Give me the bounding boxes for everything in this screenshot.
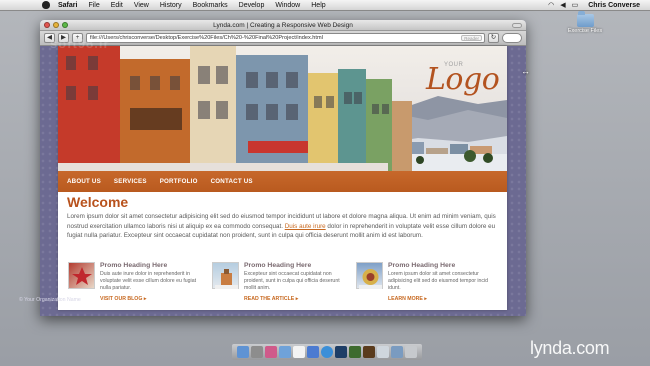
- reader-button[interactable]: Reader: [461, 35, 482, 41]
- menu-history[interactable]: History: [160, 0, 182, 11]
- mail-icon[interactable]: [279, 346, 291, 358]
- menu-extras: ◠ ◀ ▭ Chris Converse: [548, 0, 640, 11]
- promo-2-image: [215, 269, 238, 289]
- apple-icon[interactable]: [42, 1, 50, 9]
- folder-label: Exercise Files: [567, 28, 603, 34]
- promo-1-link[interactable]: VISIT OUR BLOG ▸: [100, 296, 146, 302]
- intro-link[interactable]: Duis aute irure: [285, 223, 326, 230]
- promo-1: Promo Heading Here Duis aute irure dolor…: [68, 262, 208, 306]
- folder-icon: [576, 11, 594, 27]
- promo-2-link[interactable]: READ THE ARTICLE ▸: [244, 296, 298, 302]
- address-bar[interactable]: file:///Users/chrisconverse/Desktop/Exer…: [86, 33, 485, 43]
- reload-icon[interactable]: ↻: [488, 33, 499, 43]
- menu-user-name[interactable]: Chris Converse: [588, 0, 640, 11]
- menu-view[interactable]: View: [134, 0, 149, 11]
- lynda-brand: lynda.com: [530, 338, 610, 358]
- promo-2-thumbnail[interactable]: [212, 262, 239, 289]
- menu-bookmarks[interactable]: Bookmarks: [193, 0, 228, 11]
- promo-3: Promo Heading Here Lorem ipsum dolor sit…: [356, 262, 496, 306]
- zoom-button[interactable]: [62, 22, 68, 28]
- window-controls: [44, 22, 68, 28]
- dock: [232, 344, 422, 360]
- promo-3-thumbnail[interactable]: [356, 262, 383, 289]
- promo-2: Promo Heading Here Excepteur sint occaec…: [212, 262, 352, 306]
- dreamweaver-icon[interactable]: [349, 346, 361, 358]
- menu-bar: Safari File Edit View History Bookmarks …: [0, 0, 650, 11]
- promo-1-thumbnail[interactable]: [68, 262, 95, 289]
- desktop-folder-exercise-files[interactable]: Exercise Files: [560, 11, 610, 34]
- battery-icon[interactable]: ▭: [572, 0, 579, 11]
- address-url: file:///Users/chrisconverse/Desktop/Exer…: [90, 35, 323, 41]
- browser-toolbar: ◀ ▶ + file:///Users/chrisconverse/Deskto…: [40, 31, 526, 46]
- promo-1-text: Duis aute irure dolor in reprehenderit i…: [100, 271, 197, 291]
- resize-cursor-icon: ↔: [521, 66, 530, 76]
- trash-icon[interactable]: [405, 346, 417, 358]
- volume-icon[interactable]: ◀: [560, 0, 565, 11]
- promo-3-link-label: LEARN MORE: [388, 296, 423, 302]
- promo-1-link-label: VISIT OUR BLOG: [100, 296, 143, 302]
- intro-paragraph: Lorem ipsum dolor sit amet consectetur a…: [67, 212, 499, 241]
- illustrator-icon[interactable]: [363, 346, 375, 358]
- menu-file[interactable]: File: [88, 0, 99, 11]
- promo-3-link[interactable]: LEARN MORE ▸: [388, 296, 427, 302]
- wifi-icon[interactable]: ◠: [548, 0, 554, 11]
- promo-2-text: Excepteur sint occaecat cupidatat non pr…: [244, 271, 340, 291]
- welcome-heading: Welcome: [67, 194, 129, 210]
- search-input[interactable]: [502, 33, 522, 43]
- photoshop-icon[interactable]: [335, 346, 347, 358]
- promo-1-heading: Promo Heading Here: [100, 262, 168, 269]
- title-bar[interactable]: Lynda.com | Creating a Responsive Web De…: [40, 20, 526, 31]
- promo-2-link-label: READ THE ARTICLE: [244, 296, 295, 302]
- close-button[interactable]: [44, 22, 50, 28]
- arrow-right-icon: ▸: [295, 296, 299, 302]
- safari-icon[interactable]: [321, 346, 333, 358]
- promo-2-heading: Promo Heading Here: [244, 262, 312, 269]
- menu-develop[interactable]: Develop: [239, 0, 265, 11]
- toolbar-toggle-button[interactable]: [512, 23, 522, 28]
- site-content: Welcome Lorem ipsum dolor sit amet conse…: [58, 46, 507, 310]
- arrow-right-icon: ▸: [143, 296, 147, 302]
- menu-edit[interactable]: Edit: [111, 0, 123, 11]
- menu-help[interactable]: Help: [311, 0, 325, 11]
- calendar-icon[interactable]: [293, 346, 305, 358]
- promo-3-image: [359, 269, 382, 289]
- finder-icon[interactable]: [237, 346, 249, 358]
- downloads-icon[interactable]: [391, 346, 403, 358]
- photos-icon[interactable]: [265, 346, 277, 358]
- arrow-right-icon: ▸: [424, 296, 427, 302]
- system-preferences-icon[interactable]: [251, 346, 263, 358]
- watermark-text: soft98.ir: [50, 36, 110, 51]
- menu-window[interactable]: Window: [275, 0, 300, 11]
- itunes-icon[interactable]: [307, 346, 319, 358]
- promo-3-heading: Promo Heading Here: [388, 262, 456, 269]
- minimize-button[interactable]: [53, 22, 59, 28]
- promo-3-text: Lorem ipsum dolor sit amet consectetur a…: [388, 271, 489, 291]
- textedit-icon[interactable]: [377, 346, 389, 358]
- menu-app-safari[interactable]: Safari: [58, 0, 77, 11]
- promo-1-image: [72, 267, 92, 285]
- site-footer: © Your Organization Name: [19, 297, 81, 303]
- window-title: Lynda.com | Creating a Responsive Web De…: [213, 22, 353, 29]
